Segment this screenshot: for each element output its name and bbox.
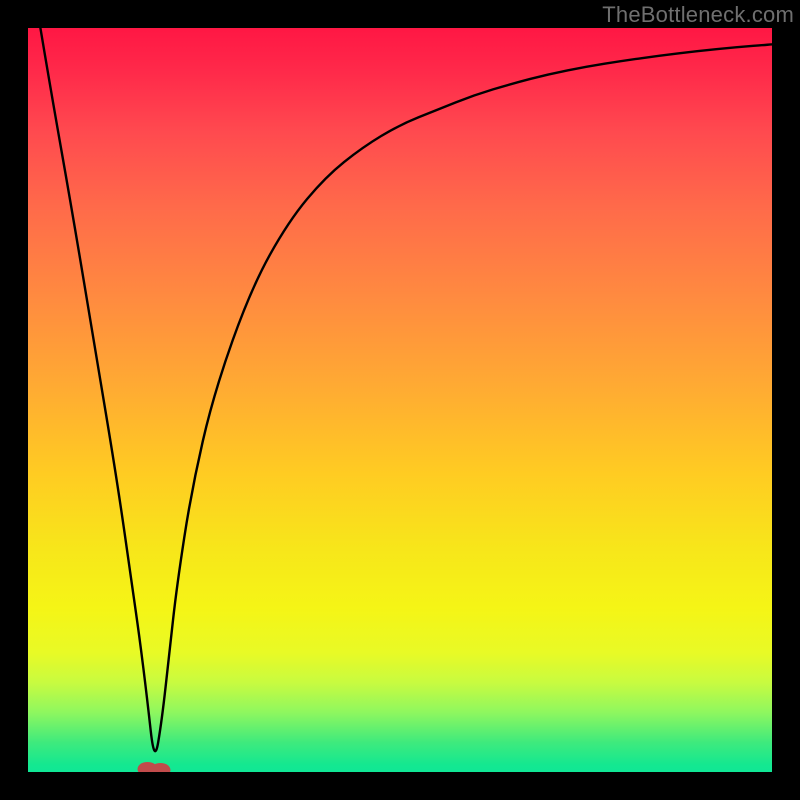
- watermark-text: TheBottleneck.com: [602, 2, 794, 28]
- chart-frame: [28, 28, 772, 772]
- chart-gradient-background: [28, 28, 772, 772]
